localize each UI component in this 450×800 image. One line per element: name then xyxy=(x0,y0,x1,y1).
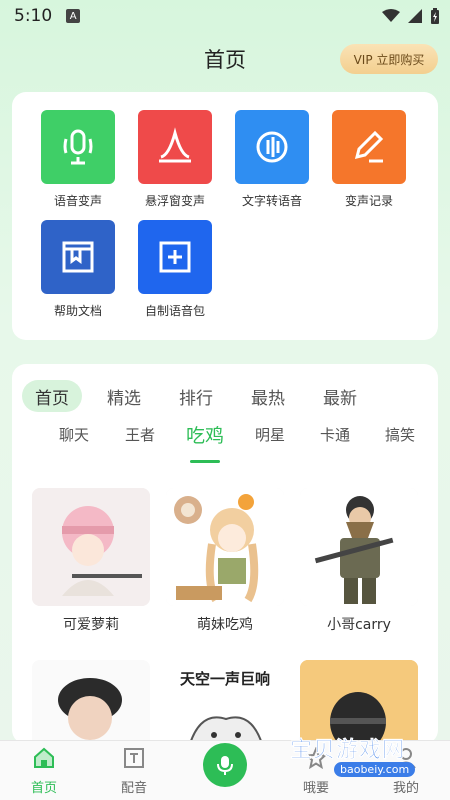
watermark-text: 宝贝游戏网 xyxy=(290,738,406,764)
voice-pack-caption: 天空一声巨响 xyxy=(179,670,270,688)
nav-label: 首页 xyxy=(30,781,57,796)
voice-pack-thumbnail xyxy=(32,488,150,606)
record-mic-button[interactable] xyxy=(203,743,247,787)
subtab-celebrity[interactable]: 明星 xyxy=(255,424,285,445)
signal-icon xyxy=(408,9,422,23)
tool-label: 文字转语音 xyxy=(241,194,302,208)
voice-pack-item[interactable]: 萌妹吃鸡 xyxy=(166,488,284,634)
subtab-chat[interactable]: 聊天 xyxy=(59,424,89,445)
wave-icon xyxy=(138,110,212,184)
nav-home[interactable]: 首页 xyxy=(14,747,74,796)
feed-card: 首页 精选 排行 最热 最新 聊天 王者 吃鸡 明星 卡通 搞笑 可爱萝莉 萌妹… xyxy=(12,364,438,744)
nav-label: 配音 xyxy=(120,781,147,796)
subtab-funny[interactable]: 搞笑 xyxy=(385,424,415,445)
voice-pack-name: 萌妹吃鸡 xyxy=(197,617,253,633)
tools-card: 语音变声 悬浮窗变声 文字转语音 变声记录 帮助文档 自制语音包 xyxy=(12,92,438,340)
voice-pack-name: 可爱萝莉 xyxy=(63,617,119,633)
voice-pack-name: 小哥carry xyxy=(327,617,391,633)
voice-pack-thumbnail: 天空一声巨响 xyxy=(166,660,284,744)
add-box-icon xyxy=(138,220,212,294)
wifi-icon xyxy=(382,9,400,22)
tool-label: 悬浮窗变声 xyxy=(144,194,205,208)
tool-label: 帮助文档 xyxy=(53,304,102,318)
active-subtab-indicator xyxy=(190,460,220,463)
tab-featured[interactable]: 精选 xyxy=(94,380,154,412)
tool-help[interactable]: 帮助文档 xyxy=(30,220,126,319)
subcategory-tabs: 聊天 王者 吃鸡 明星 卡通 搞笑 xyxy=(12,424,438,464)
text-voice-icon xyxy=(235,110,309,184)
status-bar: 5:10 A xyxy=(0,0,450,32)
voice-pack-item[interactable] xyxy=(32,660,150,744)
tool-custom-pack[interactable]: 自制语音包 xyxy=(127,220,223,319)
category-tabs: 首页 精选 排行 最热 最新 xyxy=(22,380,382,412)
tool-label: 自制语音包 xyxy=(144,304,205,318)
tool-voice-change[interactable]: 语音变声 xyxy=(30,110,126,209)
book-icon xyxy=(41,220,115,294)
voice-pack-item[interactable]: 天空一声巨响 xyxy=(166,660,284,744)
tab-ranking[interactable]: 排行 xyxy=(166,380,226,412)
tool-label: 语音变声 xyxy=(53,194,102,208)
tool-label: 变声记录 xyxy=(344,194,393,208)
dubbing-icon xyxy=(124,748,144,768)
sim-icon: A xyxy=(66,9,81,23)
microphone-icon xyxy=(41,110,115,184)
home-icon xyxy=(34,747,54,768)
vip-buy-button[interactable]: VIP 立即购买 xyxy=(340,44,438,74)
nav-dubbing[interactable]: 配音 xyxy=(104,747,164,796)
voice-pack-thumbnail xyxy=(300,488,418,606)
tool-text-to-speech[interactable]: 文字转语音 xyxy=(224,110,320,209)
pencil-icon xyxy=(332,110,406,184)
voice-pack-item[interactable]: 小哥carry xyxy=(300,488,418,634)
tab-home[interactable]: 首页 xyxy=(22,380,82,412)
watermark-url: baobeiy.com xyxy=(334,762,416,777)
subtab-pubg[interactable]: 吃鸡 xyxy=(186,421,224,448)
voice-pack-thumbnail xyxy=(32,660,150,744)
battery-icon xyxy=(431,8,439,24)
tool-history[interactable]: 变声记录 xyxy=(321,110,417,209)
subtab-honor-of-kings[interactable]: 王者 xyxy=(125,424,155,445)
status-time: 5:10 xyxy=(14,6,53,26)
tab-newest[interactable]: 最新 xyxy=(310,380,370,412)
microphone-icon xyxy=(217,756,233,775)
header: 首页 VIP 立即购买 xyxy=(0,38,450,80)
tab-hottest[interactable]: 最热 xyxy=(238,380,298,412)
voice-pack-item[interactable]: 可爱萝莉 xyxy=(32,488,150,634)
watermark-logo: 宝贝游戏网 baobeiy.com xyxy=(276,728,446,796)
subtab-cartoon[interactable]: 卡通 xyxy=(320,424,350,445)
voice-pack-thumbnail xyxy=(166,488,284,606)
tool-float-change[interactable]: 悬浮窗变声 xyxy=(127,110,223,209)
page-title: 首页 xyxy=(204,48,246,72)
status-right xyxy=(382,8,440,24)
